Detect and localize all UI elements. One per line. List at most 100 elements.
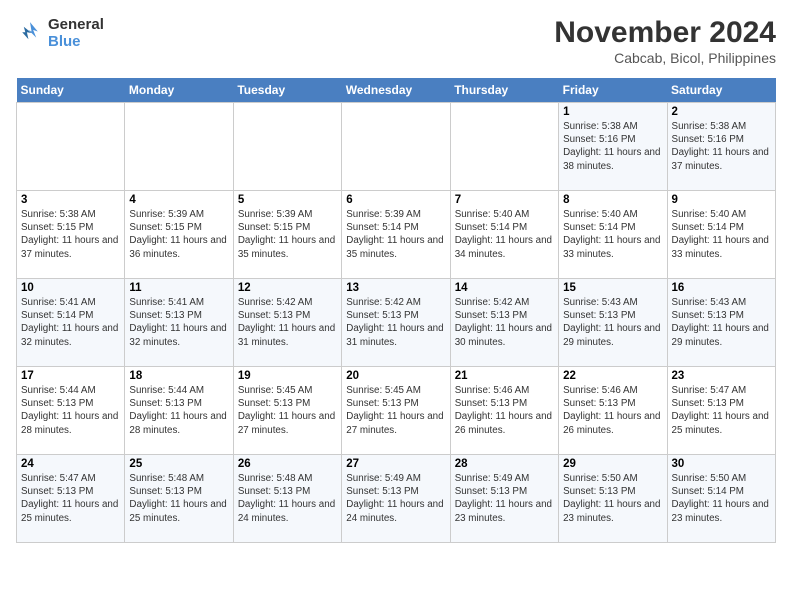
day-info: Sunrise: 5:43 AM Sunset: 5:13 PM Dayligh…: [563, 296, 662, 349]
day-number: 13: [346, 282, 445, 294]
calendar-week-3: 10 Sunrise: 5:41 AM Sunset: 5:14 PM Dayli…: [17, 279, 776, 367]
day-info: Sunrise: 5:39 AM Sunset: 5:15 PM Dayligh…: [238, 208, 337, 261]
calendar-cell: 4 Sunrise: 5:39 AM Sunset: 5:15 PM Daylig…: [125, 191, 233, 279]
calendar-cell: 6Sunrise: 5:39 AM Sunset: 5:14 PM Daylig…: [342, 191, 450, 279]
calendar-week-4: 17 Sunrise: 5:44 AM Sunset: 5:13 PM Dayli…: [17, 367, 776, 455]
day-info: Sunrise: 5:40 AM Sunset: 5:14 PM Dayligh…: [563, 208, 662, 261]
calendar-cell: 23Sunrise: 5:47 AM Sunset: 5:13 PM Dayli…: [667, 367, 775, 455]
calendar-cell: 9Sunrise: 5:40 AM Sunset: 5:14 PM Daylig…: [667, 191, 775, 279]
calendar-cell: 18 Sunrise: 5:44 AM Sunset: 5:13 PM Dayli…: [125, 367, 233, 455]
day-number: 26: [238, 458, 337, 470]
day-number: 23: [672, 370, 771, 382]
day-number: 25: [129, 458, 228, 470]
calendar-cell: 11 Sunrise: 5:41 AM Sunset: 5:13 PM Dayli…: [125, 279, 233, 367]
calendar-cell: 5Sunrise: 5:39 AM Sunset: 5:15 PM Daylig…: [233, 191, 341, 279]
day-number: 19: [238, 370, 337, 382]
day-number: 1: [563, 106, 662, 118]
day-info: Sunrise: 5:41 AM Sunset: 5:14 PM Dayligh…: [21, 296, 120, 349]
day-info: Sunrise: 5:38 AM Sunset: 5:15 PM Dayligh…: [21, 208, 120, 261]
day-number: 24: [21, 458, 120, 470]
day-info: Sunrise: 5:49 AM Sunset: 5:13 PM Dayligh…: [455, 472, 554, 525]
day-number: 15: [563, 282, 662, 294]
calendar-cell: 8 Sunrise: 5:40 AM Sunset: 5:14 PM Daylig…: [559, 191, 667, 279]
day-number: 3: [21, 194, 120, 206]
title-block: November 2024 Cabcab, Bicol, Philippines: [554, 16, 776, 66]
calendar-cell: 27 Sunrise: 5:49 AM Sunset: 5:13 PM Dayli…: [342, 455, 450, 543]
day-info: Sunrise: 5:45 AM Sunset: 5:13 PM Dayligh…: [346, 384, 445, 437]
calendar-cell: 2Sunrise: 5:38 AM Sunset: 5:16 PM Daylig…: [667, 103, 775, 191]
logo-icon: [16, 19, 44, 47]
day-number: 6: [346, 194, 445, 206]
calendar-week-2: 3 Sunrise: 5:38 AM Sunset: 5:15 PM Daylig…: [17, 191, 776, 279]
header-tuesday: Tuesday: [233, 78, 341, 103]
day-info: Sunrise: 5:39 AM Sunset: 5:15 PM Dayligh…: [129, 208, 228, 261]
calendar-week-1: 1Sunrise: 5:38 AM Sunset: 5:16 PM Daylig…: [17, 103, 776, 191]
day-number: 22: [563, 370, 662, 382]
calendar-header-row: SundayMondayTuesdayWednesdayThursdayFrid…: [17, 78, 776, 103]
header-saturday: Saturday: [667, 78, 775, 103]
day-info: Sunrise: 5:48 AM Sunset: 5:13 PM Dayligh…: [238, 472, 337, 525]
calendar-title: November 2024: [554, 16, 776, 50]
calendar-cell: 13 Sunrise: 5:42 AM Sunset: 5:13 PM Dayli…: [342, 279, 450, 367]
day-number: 20: [346, 370, 445, 382]
calendar-table: SundayMondayTuesdayWednesdayThursdayFrid…: [16, 78, 776, 543]
calendar-cell: 16Sunrise: 5:43 AM Sunset: 5:13 PM Dayli…: [667, 279, 775, 367]
day-info: Sunrise: 5:45 AM Sunset: 5:13 PM Dayligh…: [238, 384, 337, 437]
calendar-cell: 24 Sunrise: 5:47 AM Sunset: 5:13 PM Dayli…: [17, 455, 125, 543]
day-info: Sunrise: 5:50 AM Sunset: 5:13 PM Dayligh…: [563, 472, 662, 525]
calendar-cell: [17, 103, 125, 191]
calendar-cell: 22 Sunrise: 5:46 AM Sunset: 5:13 PM Dayli…: [559, 367, 667, 455]
page-header: General Blue November 2024 Cabcab, Bicol…: [16, 16, 776, 66]
day-info: Sunrise: 5:47 AM Sunset: 5:13 PM Dayligh…: [21, 472, 120, 525]
header-sunday: Sunday: [17, 78, 125, 103]
header-thursday: Thursday: [450, 78, 558, 103]
calendar-cell: 15 Sunrise: 5:43 AM Sunset: 5:13 PM Dayli…: [559, 279, 667, 367]
header-monday: Monday: [125, 78, 233, 103]
day-number: 12: [238, 282, 337, 294]
calendar-cell: [342, 103, 450, 191]
day-info: Sunrise: 5:42 AM Sunset: 5:13 PM Dayligh…: [455, 296, 554, 349]
day-number: 18: [129, 370, 228, 382]
day-number: 28: [455, 458, 554, 470]
calendar-cell: [125, 103, 233, 191]
day-number: 21: [455, 370, 554, 382]
calendar-cell: 7 Sunrise: 5:40 AM Sunset: 5:14 PM Daylig…: [450, 191, 558, 279]
day-info: Sunrise: 5:46 AM Sunset: 5:13 PM Dayligh…: [455, 384, 554, 437]
day-number: 10: [21, 282, 120, 294]
day-info: Sunrise: 5:46 AM Sunset: 5:13 PM Dayligh…: [563, 384, 662, 437]
day-info: Sunrise: 5:48 AM Sunset: 5:13 PM Dayligh…: [129, 472, 228, 525]
day-number: 2: [672, 106, 771, 118]
calendar-cell: 17 Sunrise: 5:44 AM Sunset: 5:13 PM Dayli…: [17, 367, 125, 455]
calendar-cell: 30Sunrise: 5:50 AM Sunset: 5:14 PM Dayli…: [667, 455, 775, 543]
calendar-cell: 25 Sunrise: 5:48 AM Sunset: 5:13 PM Dayli…: [125, 455, 233, 543]
calendar-cell: 19 Sunrise: 5:45 AM Sunset: 5:13 PM Dayli…: [233, 367, 341, 455]
day-info: Sunrise: 5:44 AM Sunset: 5:13 PM Dayligh…: [129, 384, 228, 437]
day-info: Sunrise: 5:41 AM Sunset: 5:13 PM Dayligh…: [129, 296, 228, 349]
day-number: 7: [455, 194, 554, 206]
calendar-subtitle: Cabcab, Bicol, Philippines: [554, 50, 776, 66]
day-info: Sunrise: 5:44 AM Sunset: 5:13 PM Dayligh…: [21, 384, 120, 437]
calendar-cell: 21 Sunrise: 5:46 AM Sunset: 5:13 PM Dayli…: [450, 367, 558, 455]
day-number: 17: [21, 370, 120, 382]
calendar-cell: 20 Sunrise: 5:45 AM Sunset: 5:13 PM Dayli…: [342, 367, 450, 455]
day-info: Sunrise: 5:42 AM Sunset: 5:13 PM Dayligh…: [346, 296, 445, 349]
day-info: Sunrise: 5:49 AM Sunset: 5:13 PM Dayligh…: [346, 472, 445, 525]
logo-text: General Blue: [48, 16, 104, 50]
day-number: 4: [129, 194, 228, 206]
calendar-cell: 3 Sunrise: 5:38 AM Sunset: 5:15 PM Daylig…: [17, 191, 125, 279]
day-number: 11: [129, 282, 228, 294]
day-number: 8: [563, 194, 662, 206]
calendar-cell: 12Sunrise: 5:42 AM Sunset: 5:13 PM Dayli…: [233, 279, 341, 367]
calendar-cell: 26 Sunrise: 5:48 AM Sunset: 5:13 PM Dayli…: [233, 455, 341, 543]
day-info: Sunrise: 5:50 AM Sunset: 5:14 PM Dayligh…: [672, 472, 771, 525]
day-number: 27: [346, 458, 445, 470]
calendar-cell: 1Sunrise: 5:38 AM Sunset: 5:16 PM Daylig…: [559, 103, 667, 191]
calendar-cell: 28 Sunrise: 5:49 AM Sunset: 5:13 PM Dayli…: [450, 455, 558, 543]
day-info: Sunrise: 5:40 AM Sunset: 5:14 PM Dayligh…: [455, 208, 554, 261]
calendar-cell: 10 Sunrise: 5:41 AM Sunset: 5:14 PM Dayli…: [17, 279, 125, 367]
calendar-cell: 29 Sunrise: 5:50 AM Sunset: 5:13 PM Dayli…: [559, 455, 667, 543]
calendar-cell: 14Sunrise: 5:42 AM Sunset: 5:13 PM Dayli…: [450, 279, 558, 367]
logo: General Blue: [16, 16, 104, 50]
header-wednesday: Wednesday: [342, 78, 450, 103]
day-number: 29: [563, 458, 662, 470]
